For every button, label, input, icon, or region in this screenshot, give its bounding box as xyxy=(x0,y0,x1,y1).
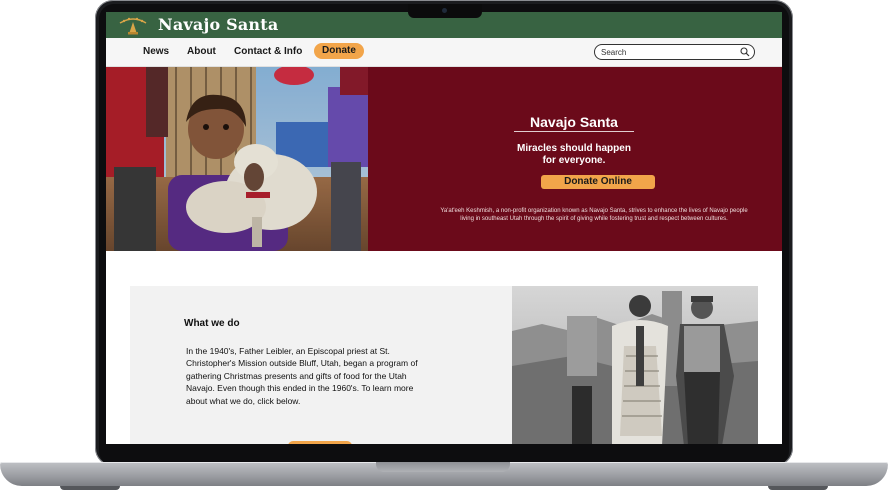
nav-item-news[interactable]: News xyxy=(143,46,169,57)
nav-item-contact[interactable]: Contact & Info xyxy=(234,46,302,57)
historic-photo-priests xyxy=(512,286,758,444)
what-we-do-section: What we do In the 1940's, Father Leibler… xyxy=(106,251,782,444)
hero-description: Ya'at'eeh Keshmish, a non-profit organiz… xyxy=(440,208,748,222)
brand-name[interactable]: Navajo Santa xyxy=(158,15,278,34)
donate-online-button[interactable]: Donate Online xyxy=(541,175,655,189)
hero-content: Navajo Santa Miracles should happen for … xyxy=(406,67,782,251)
camera-icon xyxy=(442,8,447,13)
search-icon[interactable] xyxy=(740,47,750,57)
laptop-base xyxy=(0,462,888,500)
laptop-foot-right xyxy=(768,486,828,490)
nav-donate-button[interactable]: Donate xyxy=(314,43,364,59)
hero-banner: Navajo Santa Miracles should happen for … xyxy=(106,67,782,251)
hero-tagline: Miracles should happen for everyone. xyxy=(517,143,631,166)
nav-item-about[interactable]: About xyxy=(187,46,216,57)
hero-title: Navajo Santa xyxy=(530,114,618,130)
hero-divider xyxy=(514,131,634,132)
search-input[interactable] xyxy=(601,46,731,58)
what-we-do-card: What we do In the 1940's, Father Leibler… xyxy=(130,286,512,444)
search-box xyxy=(594,44,755,60)
main-nav: News About Contact & Info Donate xyxy=(106,38,782,67)
browser-screen: Navajo Santa News About Contact & Info D… xyxy=(106,12,782,444)
laptop-foot-left xyxy=(60,486,120,490)
learn-more-button[interactable] xyxy=(288,441,352,444)
navajo-santa-logo-icon[interactable] xyxy=(116,14,150,36)
laptop-opening-groove xyxy=(376,462,510,472)
hero-photo-child-with-lamb xyxy=(106,67,368,251)
what-we-do-heading: What we do xyxy=(184,318,240,329)
camera-notch xyxy=(408,4,482,18)
what-we-do-body: In the 1940's, Father Leibler, an Episco… xyxy=(186,346,418,406)
